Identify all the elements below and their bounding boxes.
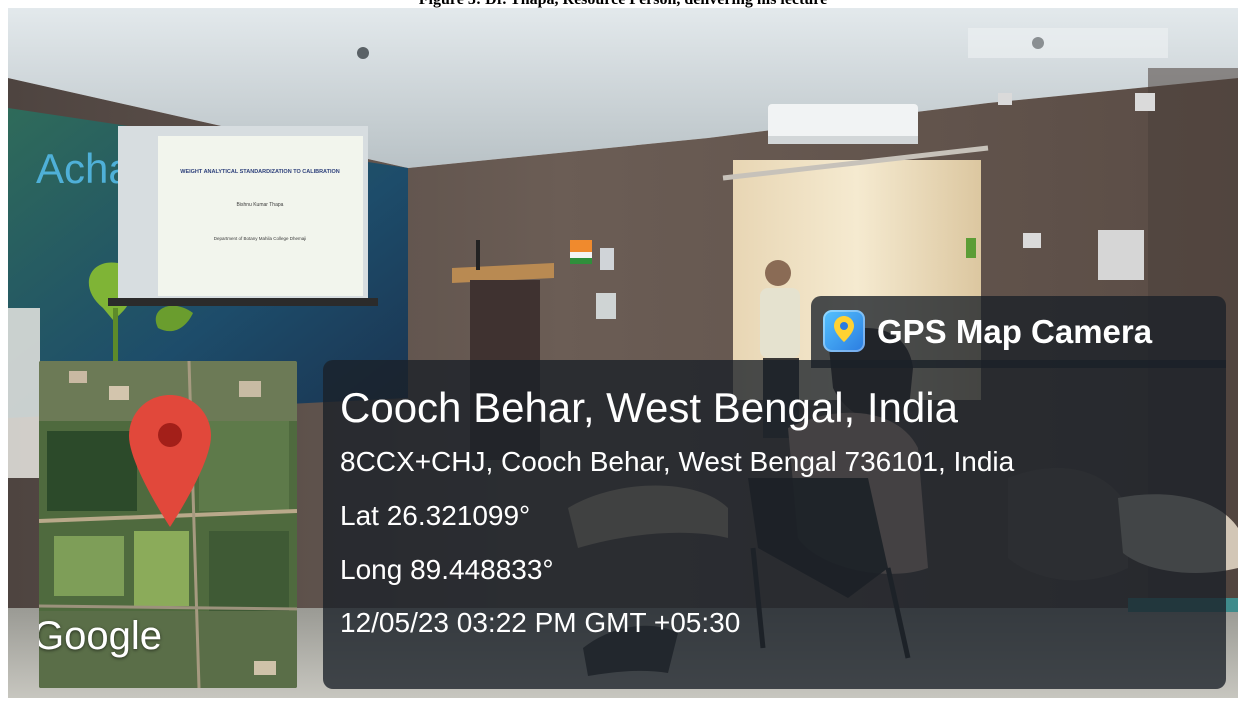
gps-map-camera-app-icon — [823, 310, 865, 352]
photo: Acharya WEIGHT ANALYTICAL STANDARDIZATIO… — [8, 8, 1238, 698]
timestamp: 12/05/23 03:22 PM GMT +05:30 — [340, 607, 741, 638]
app-badge: GPS Map Camera — [811, 296, 1226, 368]
map-thumbnail: Google — [39, 361, 297, 688]
slide-author: Bishnu Kumar Thapa — [237, 202, 284, 208]
google-logo: Google — [39, 614, 162, 658]
address: 8CCX+CHJ, Cooch Behar, West Bengal 73610… — [340, 446, 1015, 477]
latitude: Lat 26.321099° — [340, 500, 531, 531]
longitude: Long 89.448833° — [340, 554, 554, 585]
place-name: Cooch Behar, West Bengal, India — [340, 384, 958, 431]
app-name: GPS Map Camera — [877, 313, 1153, 350]
presenter — [765, 260, 791, 286]
map-pin-icon — [129, 395, 211, 527]
ceiling-light — [357, 47, 369, 59]
slide-affiliation: Department of Botany Mahila College Dhem… — [214, 236, 307, 241]
location-info-panel: Cooch Behar, West Bengal, India 8CCX+CHJ… — [323, 360, 1226, 689]
slide-title: WEIGHT ANALYTICAL STANDARDIZATION TO CAL… — [180, 169, 340, 175]
presentation-slide — [158, 136, 363, 296]
location-pin-icon — [834, 316, 854, 342]
